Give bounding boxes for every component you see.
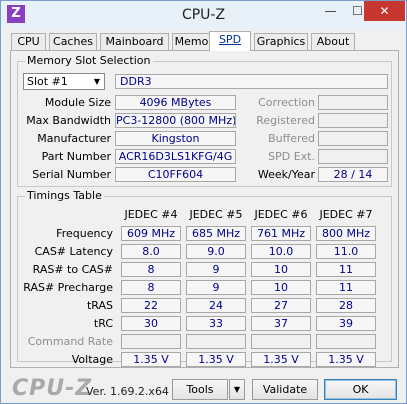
part-number-label: Part Number xyxy=(41,150,111,163)
timings-row-label: RAS# Precharge xyxy=(23,281,113,294)
tab-about[interactable]: About xyxy=(311,33,355,50)
timings-cell: 685 MHz xyxy=(186,226,246,241)
slot-select-value: Slot #1 xyxy=(27,75,68,88)
timings-cell: 24 xyxy=(186,298,246,313)
timings-cell: 1.35 V xyxy=(316,352,376,367)
module-size-value: 4096 MBytes xyxy=(115,95,236,110)
timings-column-header: JEDEC #6 xyxy=(254,208,308,221)
timings-row-label: Command Rate xyxy=(27,335,113,348)
manufacturer-value: Kingston xyxy=(115,131,236,146)
timings-cell: 11.0 xyxy=(316,244,376,259)
timings-cell: 9 xyxy=(186,262,246,277)
chevron-down-icon: ▼ xyxy=(93,77,101,86)
timings-cell: 11 xyxy=(316,280,376,295)
timings-cell: 10 xyxy=(251,262,311,277)
cpuz-logo: CPU-Z xyxy=(12,376,93,401)
timings-cell: 8 xyxy=(121,262,181,277)
tab-spd[interactable]: SPD xyxy=(209,31,251,51)
timings-cell: 1.35 V xyxy=(186,352,246,367)
cpuz-window: Z CPU-Z — ☐ ✕ CPU Caches Mainboard Memor… xyxy=(0,0,407,404)
tab-graphics[interactable]: Graphics xyxy=(254,33,308,50)
part-number-value: ACR16D3LS1KFG/4G xyxy=(115,149,236,164)
timings-cell: 39 xyxy=(316,316,376,331)
max-bandwidth-value: PC3-12800 (800 MHz) xyxy=(115,113,236,128)
timings-cell: 609 MHz xyxy=(121,226,181,241)
timings-row-label: tRAS xyxy=(86,299,113,312)
week-year-label: Week/Year xyxy=(257,168,315,181)
correction-value xyxy=(318,95,388,110)
timings-cell: 27 xyxy=(251,298,311,313)
timings-cell xyxy=(121,334,181,349)
spd-panel: Memory Slot Selection Slot #1 ▼ DDR3 Mod… xyxy=(10,50,399,368)
manufacturer-label: Manufacturer xyxy=(37,132,111,145)
timings-cell: 28 xyxy=(316,298,376,313)
tab-mainboard[interactable]: Mainboard xyxy=(100,33,169,50)
max-bandwidth-label: Max Bandwidth xyxy=(26,114,111,127)
registered-label: Registered xyxy=(256,114,315,127)
timings-cell: 8 xyxy=(121,280,181,295)
timings-cell: 8.0 xyxy=(121,244,181,259)
timings-cell: 10 xyxy=(251,280,311,295)
timings-cell: 30 xyxy=(121,316,181,331)
timings-row-label: CAS# Latency xyxy=(34,245,113,258)
tools-button[interactable]: Tools xyxy=(172,379,228,400)
close-button[interactable]: ✕ xyxy=(364,1,405,21)
timings-cell: 1.35 V xyxy=(121,352,181,367)
version-label: Ver. 1.69.2.x64 xyxy=(86,385,169,398)
validate-button[interactable]: Validate xyxy=(252,379,318,400)
correction-label: Correction xyxy=(258,96,315,109)
timings-cell: 37 xyxy=(251,316,311,331)
timings-cell: 1.35 V xyxy=(251,352,311,367)
tools-dropdown-button[interactable]: ▼ xyxy=(229,379,245,400)
timings-row-label: Voltage xyxy=(71,353,113,366)
buffered-label: Buffered xyxy=(268,132,315,145)
timings-table-group: Timings Table JEDEC #4 JEDEC #5 JEDEC #6 JE… xyxy=(17,189,392,367)
timings-row-label: Frequency xyxy=(56,227,113,240)
timings-cell: 9.0 xyxy=(186,244,246,259)
timings-cell: 9 xyxy=(186,280,246,295)
spd-ext-value xyxy=(318,149,388,164)
serial-number-label: Serial Number xyxy=(32,168,111,181)
tab-cpu[interactable]: CPU xyxy=(11,33,46,50)
buffered-value xyxy=(318,131,388,146)
slot-select[interactable]: Slot #1 ▼ xyxy=(23,73,105,90)
minimize-button[interactable]: — xyxy=(317,1,344,21)
chevron-down-icon: ▼ xyxy=(233,385,241,394)
memory-type-value: DDR3 xyxy=(115,74,388,89)
timings-cell: 33 xyxy=(186,316,246,331)
timings-cell: 10.0 xyxy=(251,244,311,259)
timings-table-legend: Timings Table xyxy=(25,189,104,202)
tab-caches[interactable]: Caches xyxy=(49,33,97,50)
memory-slot-legend: Memory Slot Selection xyxy=(25,54,153,67)
timings-cell xyxy=(316,334,376,349)
timings-column-header: JEDEC #7 xyxy=(319,208,373,221)
timings-cell: 22 xyxy=(121,298,181,313)
serial-number-value: C10FF604 xyxy=(115,167,236,182)
spd-ext-label: SPD Ext. xyxy=(268,150,315,163)
timings-row-label: tRC xyxy=(93,317,113,330)
week-year-value: 28 / 14 xyxy=(318,167,388,182)
title-bar[interactable]: Z CPU-Z — ☐ ✕ xyxy=(1,1,406,29)
module-size-label: Module Size xyxy=(44,96,111,109)
timings-column-header: JEDEC #4 xyxy=(124,208,178,221)
timings-cell: 11 xyxy=(316,262,376,277)
memory-slot-group: Memory Slot Selection Slot #1 ▼ DDR3 Mod… xyxy=(17,54,392,187)
timings-column-header: JEDEC #5 xyxy=(189,208,243,221)
timings-cell xyxy=(186,334,246,349)
registered-value xyxy=(318,113,388,128)
timings-row-label: RAS# to CAS# xyxy=(32,263,113,276)
timings-cell xyxy=(251,334,311,349)
timings-cell: 761 MHz xyxy=(251,226,311,241)
ok-button[interactable]: OK xyxy=(324,379,397,400)
timings-cell: 800 MHz xyxy=(316,226,376,241)
